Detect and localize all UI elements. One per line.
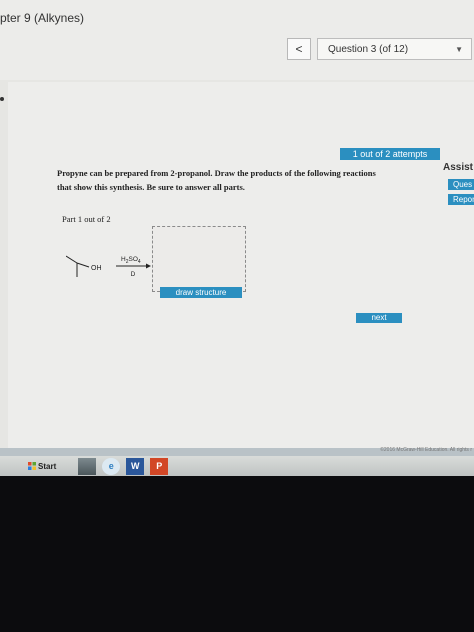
internet-explorer-icon[interactable]: e	[102, 457, 121, 475]
reagent-label: H2SO4	[121, 256, 141, 265]
start-label: Start	[38, 461, 57, 471]
question-navigation: < Question 3 (of 12) ▼	[287, 38, 472, 60]
monitor-bezel	[0, 476, 474, 632]
previous-question-button[interactable]: <	[287, 38, 311, 60]
report-button[interactable]: Repor	[448, 194, 474, 205]
reaction-scheme: OH H2SO4 D	[66, 255, 151, 278]
powerpoint-icon[interactable]: P	[150, 457, 169, 475]
bullet-dot	[0, 97, 4, 101]
reaction-arrowhead	[146, 263, 151, 269]
question-line-1: Propyne can be prepared from 2-propanol.…	[57, 168, 376, 178]
question-help-button[interactable]: Ques	[448, 179, 474, 190]
question-prompt: Propyne can be prepared from 2-propanol.…	[57, 166, 427, 194]
question-selector-dropdown[interactable]: Question 3 (of 12) ▼	[317, 38, 472, 60]
attempts-badge: 1 out of 2 attempts	[340, 148, 440, 160]
assistance-label: Assist	[443, 162, 474, 173]
calculator-icon[interactable]	[78, 457, 97, 475]
taskbar: Start e W P	[0, 456, 474, 476]
copyright-text: ©2016 McGraw-Hill Education. All rights …	[380, 447, 472, 453]
next-button[interactable]: next	[356, 313, 402, 323]
question-line-2: that show this synthesis. Be sure to ans…	[57, 182, 245, 192]
monitor-screen: pter 9 (Alkynes) < Question 3 (of 12) ▼ …	[0, 0, 474, 478]
start-button[interactable]: Start	[28, 462, 56, 471]
word-icon[interactable]: W	[126, 457, 145, 475]
question-selector-label: Question 3 (of 12)	[328, 43, 409, 55]
caret-down-icon: ▼	[455, 44, 463, 54]
title-bar: pter 9 (Alkynes) < Question 3 (of 12) ▼	[0, 0, 474, 80]
chapter-title: pter 9 (Alkynes)	[0, 11, 85, 25]
draw-structure-button[interactable]: draw structure	[160, 287, 242, 298]
hydroxyl-label: OH	[91, 265, 102, 272]
structure-drawing-area[interactable]	[152, 226, 246, 292]
2-propanol-structure: OH	[66, 255, 102, 277]
condition-label: D	[131, 271, 136, 278]
windows-logo-icon	[28, 462, 36, 470]
part-label: Part 1 out of 2	[62, 214, 111, 224]
